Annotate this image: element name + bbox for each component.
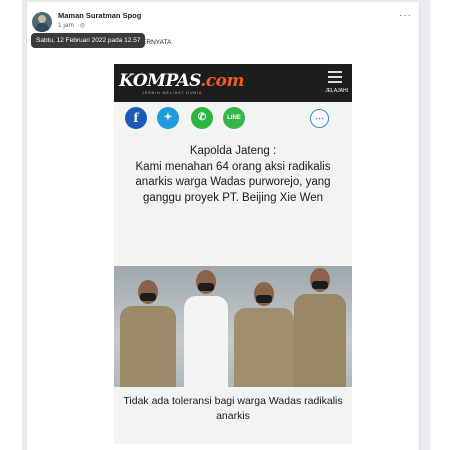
comment-icon: ⋯ xyxy=(310,109,329,128)
kompas-header: KOMPAS.com JERNIH MELIHAT DUNIA JELAJAHI xyxy=(114,64,352,102)
author-name[interactable]: Maman Suratman Spog xyxy=(58,11,141,20)
more-options-button[interactable]: ··· xyxy=(399,10,412,21)
author-avatar[interactable] xyxy=(32,12,52,32)
headline-text: Kapolda Jateng : Kami menahan 64 orang a… xyxy=(135,145,331,204)
officer-figure xyxy=(118,280,178,387)
officer-figure xyxy=(232,282,296,387)
kompas-tagline: JERNIH MELIHAT DUNIA xyxy=(142,91,203,95)
kompas-logo: KOMPAS.com xyxy=(119,71,244,91)
timestamp-tooltip: Sabtu, 12 Februari 2022 pada 12.57 xyxy=(31,33,146,48)
photo-caption: Tidak ada toleransi bagi warga Wadas rad… xyxy=(123,395,343,422)
post-image[interactable]: KOMPAS.com JERNIH MELIHAT DUNIA JELAJAHI… xyxy=(114,64,352,444)
official-figure xyxy=(180,270,232,387)
globe-icon: ·◎ xyxy=(77,23,85,29)
article-headline: Kapolda Jateng : Kami menahan 64 orang a… xyxy=(120,144,346,206)
post-meta: 1 jam ·◎ xyxy=(58,22,85,29)
post-time[interactable]: 1 jam xyxy=(58,22,74,29)
share-bar: f ✦ ✆ LINE ⋯ xyxy=(114,102,352,134)
menu-label: JELAJAHI xyxy=(325,88,348,94)
twitter-icon: ✦ xyxy=(157,107,179,129)
menu-icon xyxy=(328,71,342,83)
officer-figure xyxy=(292,268,348,387)
avatar-head xyxy=(38,15,46,23)
line-icon: LINE xyxy=(223,107,245,129)
whatsapp-icon: ✆ xyxy=(191,107,213,129)
news-photo xyxy=(114,266,352,387)
avatar-body xyxy=(35,23,49,32)
facebook-icon: f xyxy=(125,107,147,129)
